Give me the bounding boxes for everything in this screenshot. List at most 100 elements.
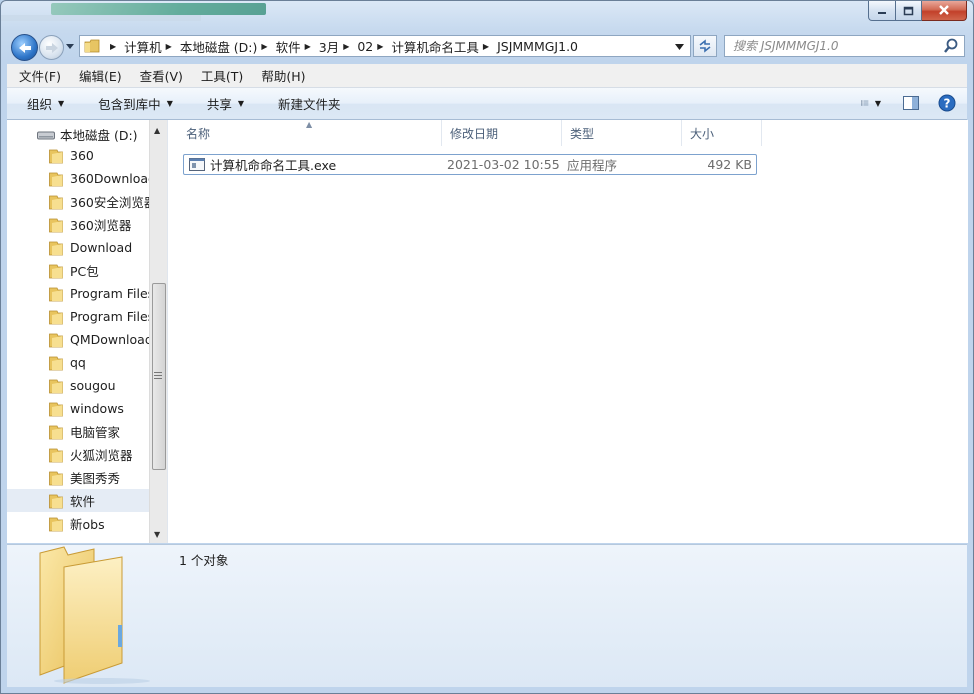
- column-name[interactable]: 名称: [178, 120, 442, 146]
- folder-icon: [49, 402, 63, 416]
- breadcrumb-tool[interactable]: 计算机命名工具: [391, 37, 479, 56]
- search-input[interactable]: [725, 38, 942, 54]
- folder-icon: [49, 287, 63, 301]
- folder-icon: [84, 39, 100, 53]
- navigation-pane: 本地磁盘 (D:) 360 360Download 360安全浏览器 360浏览…: [7, 120, 149, 543]
- folder-icon: [49, 241, 63, 255]
- search-box[interactable]: [724, 35, 965, 57]
- preview-pane-button[interactable]: [901, 94, 921, 112]
- share-button[interactable]: 共享 ▼: [187, 94, 258, 113]
- chevron-down-icon: ▼: [874, 98, 881, 108]
- title-blur: [51, 3, 266, 15]
- nav-folder-item[interactable]: 360安全浏览器: [7, 190, 149, 213]
- help-button[interactable]: ?: [937, 94, 957, 112]
- nav-folder-label: 360: [70, 148, 94, 163]
- organize-label: 组织: [27, 97, 53, 112]
- folder-icon: [49, 172, 63, 186]
- nav-folder-label: qq: [70, 355, 86, 370]
- nav-folder-item[interactable]: Program Files: [7, 305, 149, 328]
- column-type-label: 类型: [570, 126, 595, 141]
- arrow-left-icon: [18, 42, 31, 53]
- folder-icon: [49, 310, 63, 324]
- column-modified[interactable]: 修改日期: [442, 120, 562, 146]
- menu-file[interactable]: 文件(F): [7, 66, 67, 85]
- chevron-right-icon[interactable]: ▶: [343, 42, 349, 51]
- chevron-down-icon: ▼: [237, 99, 245, 108]
- folder-icon: [49, 379, 63, 393]
- chevron-right-icon[interactable]: ▶: [305, 42, 311, 51]
- breadcrumb-computer[interactable]: 计算机: [124, 37, 162, 56]
- chevron-right-icon[interactable]: ▶: [261, 42, 267, 51]
- menu-view[interactable]: 查看(V): [128, 66, 189, 85]
- nav-folder-item[interactable]: 360Download: [7, 167, 149, 190]
- nav-folder-item[interactable]: Download: [7, 236, 149, 259]
- column-size[interactable]: 大小: [682, 120, 762, 146]
- view-options-button[interactable]: ▼: [861, 94, 881, 112]
- minimize-button[interactable]: [868, 1, 896, 21]
- hard-drive-icon: [37, 131, 55, 139]
- refresh-button[interactable]: [693, 35, 717, 57]
- breadcrumb-version[interactable]: JSJMMMGJ1.0: [497, 39, 578, 54]
- nav-folder-item[interactable]: qq: [7, 351, 149, 374]
- nav-folder-item[interactable]: 美图秀秀: [7, 466, 149, 489]
- menu-tools[interactable]: 工具(T): [189, 66, 249, 85]
- breadcrumb-march[interactable]: 3月: [319, 37, 339, 56]
- help-icon: ?: [938, 94, 956, 112]
- search-icon[interactable]: [942, 37, 960, 55]
- svg-text:?: ?: [944, 97, 951, 111]
- nav-folder-item[interactable]: QMDownload: [7, 328, 149, 351]
- breadcrumb-02[interactable]: 02: [357, 39, 373, 54]
- chevron-right-icon[interactable]: ▶: [166, 42, 172, 51]
- address-row: ▶ 计算机 ▶ 本地磁盘 (D:) ▶ 软件 ▶ 3月 ▶ 02 ▶ 计算机命名…: [1, 32, 973, 62]
- nav-folder-item[interactable]: 360: [7, 144, 149, 167]
- nav-folder-label: 火狐浏览器: [70, 448, 133, 463]
- menu-help[interactable]: 帮助(H): [249, 66, 311, 85]
- nav-folder-label: Program Files: [70, 286, 149, 301]
- back-button[interactable]: [11, 34, 38, 61]
- close-button[interactable]: [922, 1, 967, 21]
- address-bar[interactable]: ▶ 计算机 ▶ 本地磁盘 (D:) ▶ 软件 ▶ 3月 ▶ 02 ▶ 计算机命名…: [79, 35, 691, 57]
- executable-icon: [189, 158, 205, 171]
- breadcrumb-software[interactable]: 软件: [276, 37, 301, 56]
- menu-edit[interactable]: 编辑(E): [67, 66, 128, 85]
- nav-folder-item[interactable]: sougou: [7, 374, 149, 397]
- nav-folder-label: PC包: [70, 264, 99, 279]
- folder-icon: [49, 494, 63, 508]
- nav-folder-item[interactable]: Program Files: [7, 282, 149, 305]
- history-dropdown-icon[interactable]: [65, 40, 75, 52]
- column-modified-label: 修改日期: [450, 126, 499, 141]
- command-bar: 组织 ▼ 包含到库中 ▼ 共享 ▼ 新建文件夹 ▼ ?: [7, 88, 967, 120]
- organize-button[interactable]: 组织 ▼: [7, 94, 78, 113]
- nav-folder-item[interactable]: 电脑管家: [7, 420, 149, 443]
- column-type[interactable]: 类型: [562, 120, 682, 146]
- nav-folder-item[interactable]: 360浏览器: [7, 213, 149, 236]
- menu-bar: 文件(F) 编辑(E) 查看(V) 工具(T) 帮助(H): [7, 64, 967, 88]
- nav-folder-label: windows: [70, 401, 124, 416]
- nav-folder-label: 美图秀秀: [70, 471, 121, 486]
- column-size-label: 大小: [690, 126, 715, 141]
- include-in-library-button[interactable]: 包含到库中 ▼: [78, 94, 187, 113]
- nav-drive-d[interactable]: 本地磁盘 (D:): [37, 125, 138, 144]
- forward-button[interactable]: [39, 35, 64, 60]
- nav-folder-item-selected[interactable]: 软件: [7, 489, 149, 512]
- navigation-scrollbar[interactable]: ▲ ▼: [149, 120, 167, 543]
- share-label: 共享: [206, 97, 232, 112]
- address-dropdown-icon[interactable]: [675, 43, 684, 51]
- file-row[interactable]: 计算机命命名工具.exe 2021-03-02 10:55 应用程序 492 K…: [183, 154, 757, 175]
- breadcrumb-drive-d[interactable]: 本地磁盘 (D:): [180, 37, 258, 56]
- new-folder-button[interactable]: 新建文件夹: [258, 94, 355, 113]
- chevron-right-icon[interactable]: ▶: [483, 42, 489, 51]
- scroll-up-icon[interactable]: ▲: [154, 126, 160, 135]
- maximize-button[interactable]: [896, 1, 922, 21]
- nav-folder-item[interactable]: 新obs: [7, 512, 149, 535]
- file-name: 计算机命命名工具.exe: [210, 158, 337, 173]
- nav-folder-item[interactable]: PC包: [7, 259, 149, 282]
- scroll-down-icon[interactable]: ▼: [154, 530, 160, 539]
- nav-folder-label: 360浏览器: [70, 218, 132, 233]
- nav-folder-item[interactable]: 火狐浏览器: [7, 443, 149, 466]
- folder-icon: [49, 264, 63, 278]
- file-name-cell: 计算机命命名工具.exe: [189, 155, 336, 174]
- folder-icon: [49, 517, 63, 531]
- chevron-right-icon[interactable]: ▶: [377, 42, 383, 51]
- nav-folder-item[interactable]: windows: [7, 397, 149, 420]
